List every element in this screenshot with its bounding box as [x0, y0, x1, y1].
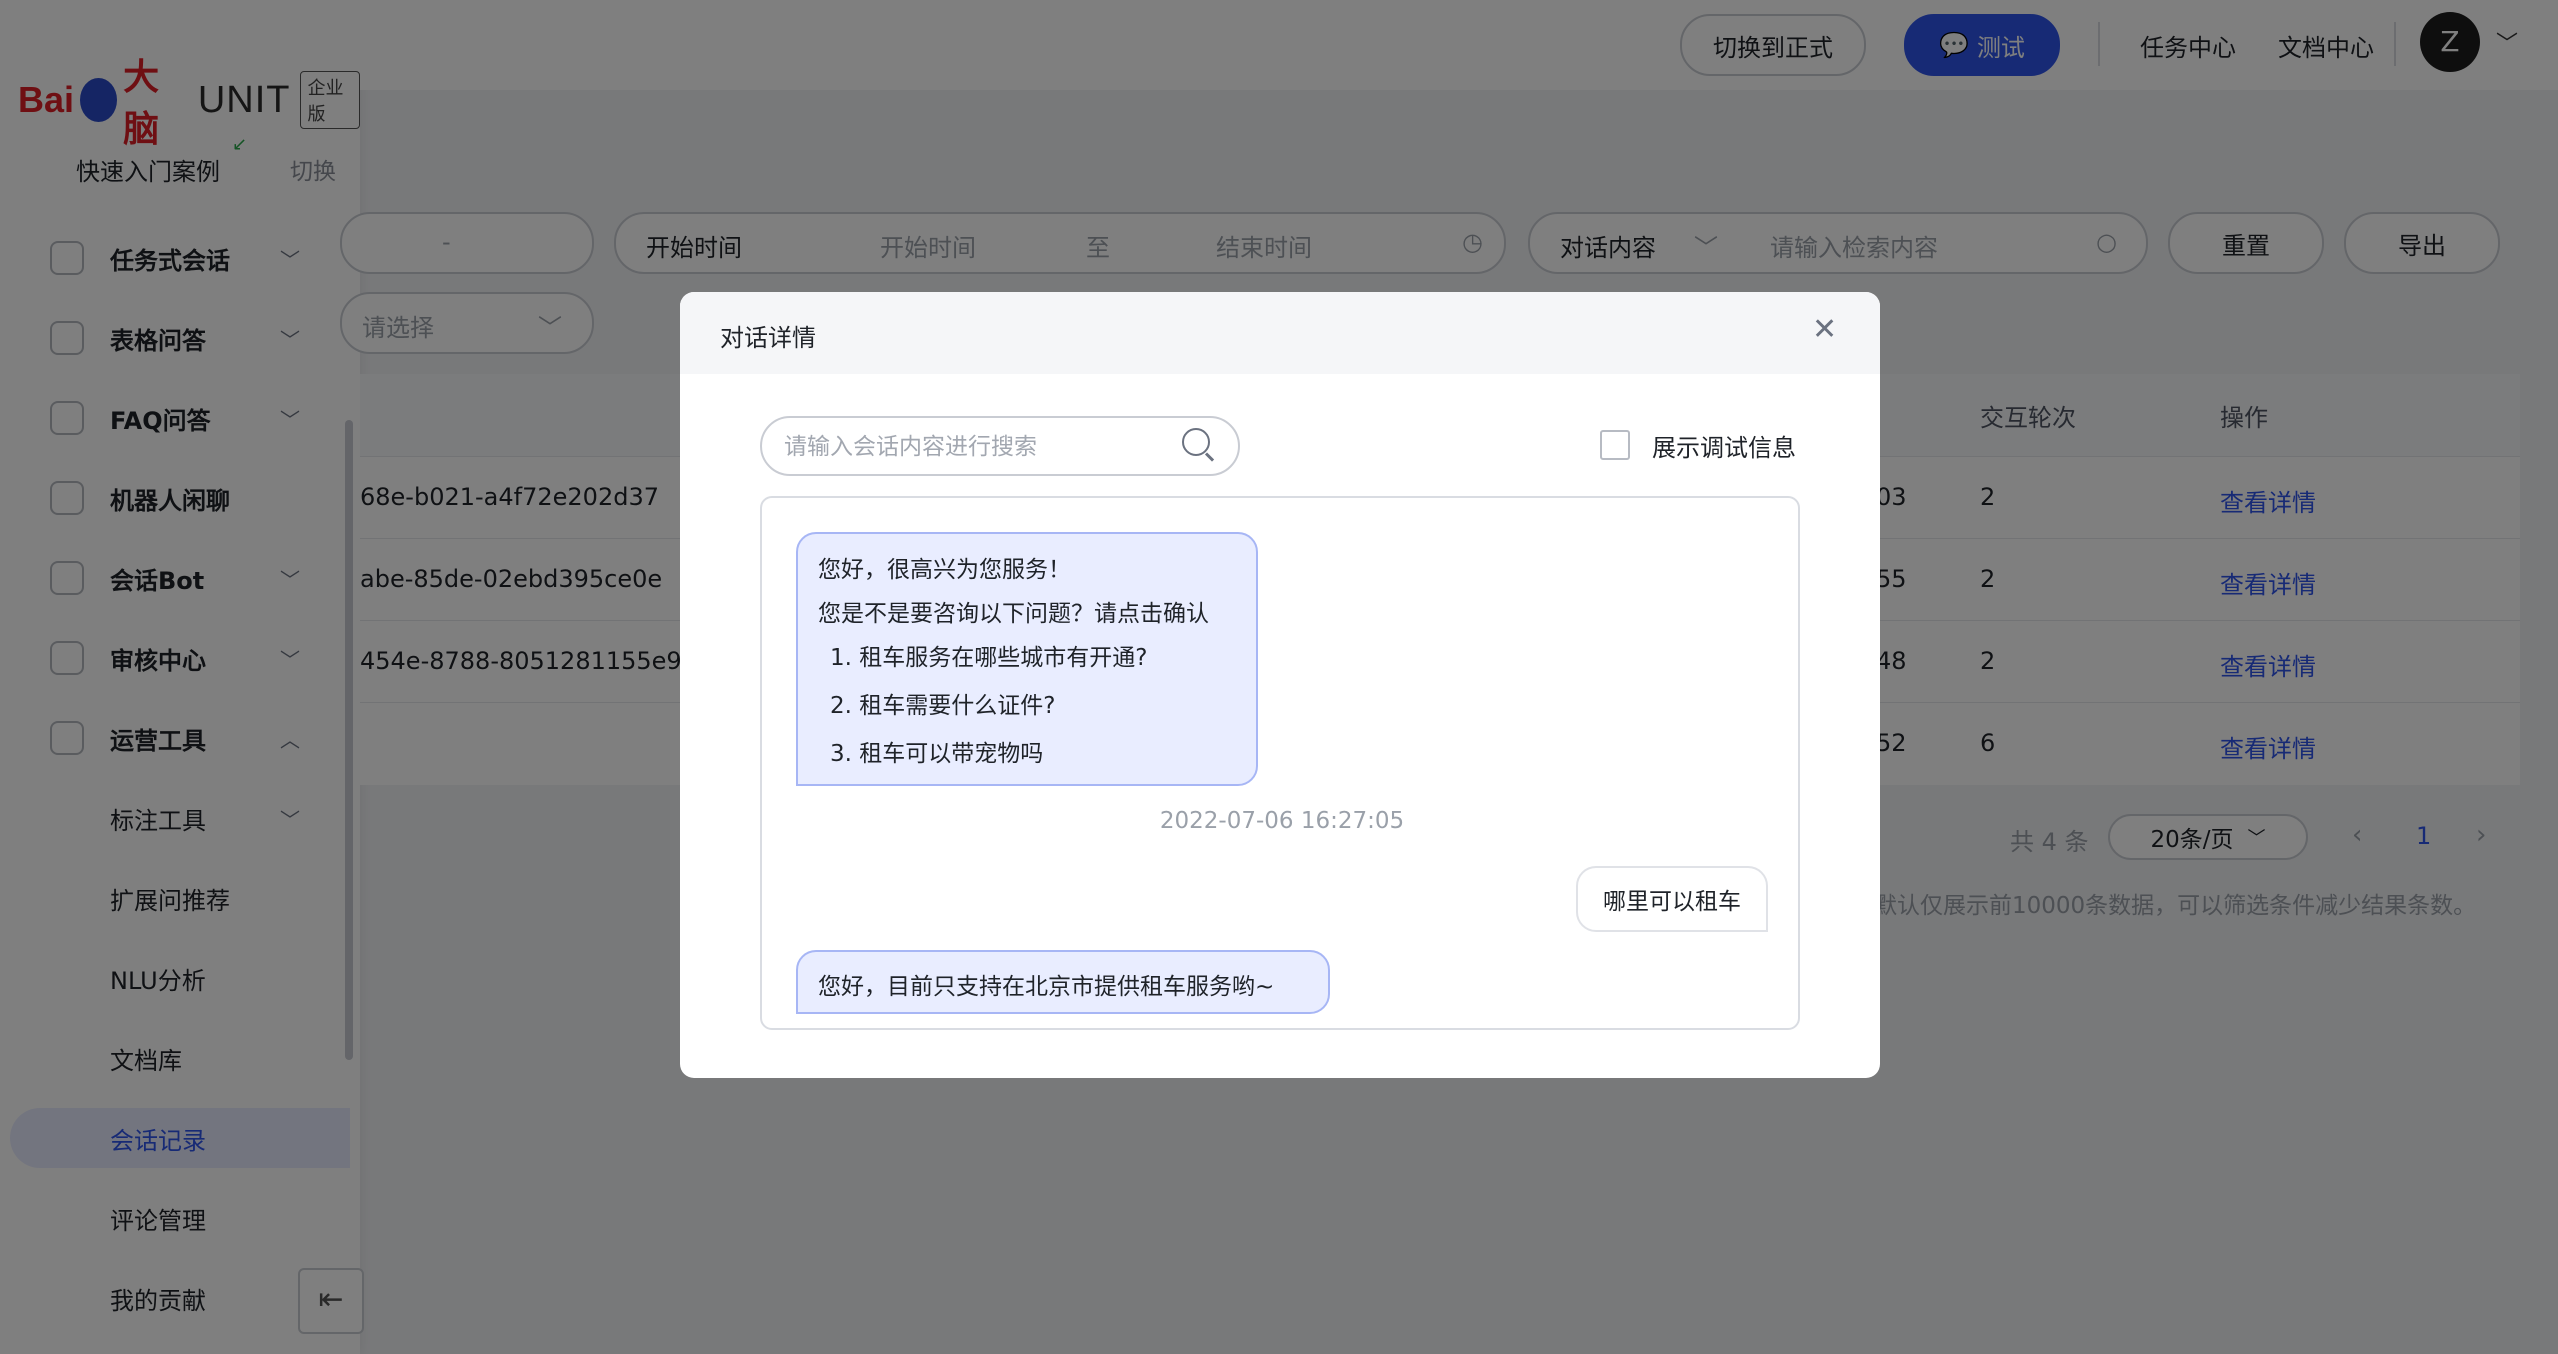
bot-message: 您好，很高兴为您服务！ 您是不是要咨询以下问题？请点击确认 1. 租车服务在哪些… [796, 532, 1258, 786]
suggested-question[interactable]: 2. 租车需要什么证件? [830, 686, 1055, 720]
debug-info-checkbox[interactable] [1600, 430, 1630, 460]
user-message: 哪里可以租车 [1576, 866, 1768, 932]
suggested-question[interactable]: 3. 租车可以带宠物吗 [830, 734, 1043, 768]
bot-message: 您好，目前只支持在北京市提供租车服务哟~ [796, 950, 1330, 1014]
debug-info-label[interactable]: 展示调试信息 [1652, 428, 1796, 463]
conversation-search [760, 416, 1240, 476]
user-message-text: 哪里可以租车 [1603, 889, 1741, 915]
bot-greeting: 您好，很高兴为您服务！ [818, 557, 1071, 583]
bot-message-text: 您好，目前只支持在北京市提供租车服务哟~ [818, 974, 1275, 1000]
bot-prompt: 您是不是要咨询以下问题？请点击确认 [818, 601, 1209, 627]
dialog-detail-modal: 对话详情 ✕ 展示调试信息 您好，很高兴为您服务！ 您是不是要咨询以下问题？请点… [680, 292, 1880, 1078]
suggested-question[interactable]: 1. 租车服务在哪些城市有开通? [830, 638, 1147, 672]
conversation-search-input[interactable] [782, 430, 1166, 464]
search-icon[interactable] [1182, 428, 1210, 456]
conversation-panel: 您好，很高兴为您服务！ 您是不是要咨询以下问题？请点击确认 1. 租车服务在哪些… [760, 496, 1800, 1030]
message-timestamp: 2022-07-06 16:27:05 [1159, 808, 1405, 834]
modal-title: 对话详情 [720, 324, 816, 352]
close-icon[interactable]: ✕ [1812, 312, 1837, 347]
modal-header [680, 292, 1880, 374]
